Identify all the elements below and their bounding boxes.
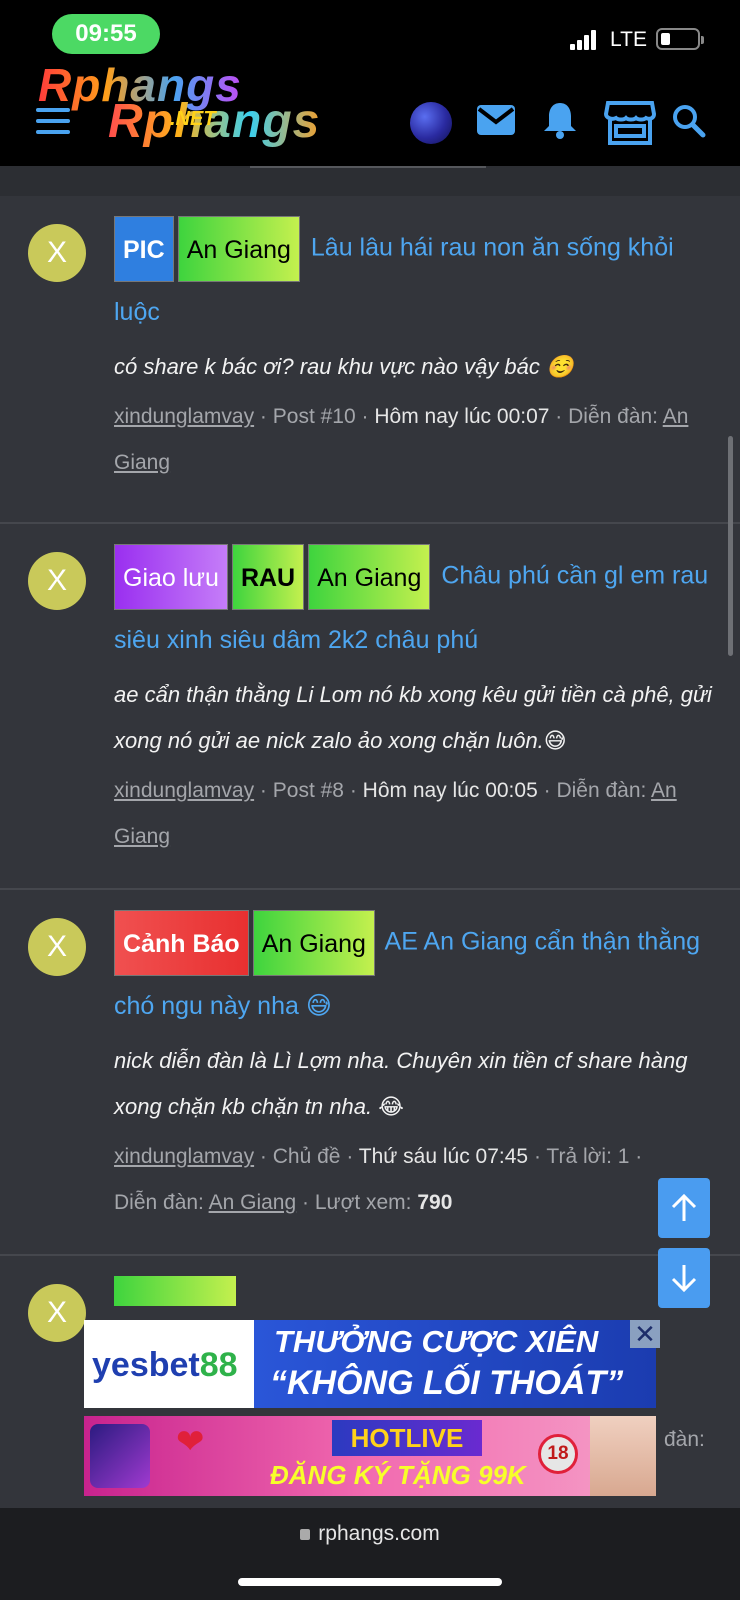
prefix-tag[interactable]: Cảnh Báo (114, 910, 249, 976)
battery-icon (656, 28, 704, 50)
age-badge: 18 (538, 1434, 578, 1474)
sub-navigation (0, 166, 740, 196)
prefix-tag[interactable]: PIC (114, 216, 174, 282)
ad-hotline: HOTLIVE (332, 1420, 482, 1456)
post-time: Thứ sáu lúc 07:45 (358, 1145, 529, 1168)
site-logo[interactable]: Rphangs Rphangs .NET (38, 58, 368, 154)
arrow-up-icon (671, 1193, 697, 1221)
scrollbar[interactable] (728, 436, 733, 656)
views-label: Lượt xem: (314, 1191, 412, 1214)
ad-brand: yesbet88 (92, 1346, 238, 1384)
signal-icon (570, 30, 598, 50)
post-ref: Post #10 (272, 405, 356, 428)
home-indicator[interactable] (238, 1578, 502, 1586)
forum-link[interactable]: An Giang (209, 1191, 297, 1214)
reply-count: Trả lời: 1 (546, 1145, 630, 1168)
status-time: 09:55 (52, 14, 160, 54)
post-time: Hôm nay lúc 00:07 (374, 405, 550, 428)
post-meta: xindunglamvay · Post #8 · Hôm nay lúc 00… (114, 779, 677, 848)
forum-label: đàn: (664, 1428, 705, 1451)
list-item: X PIC An Giang Lâu lâu hái rau non ăn sốn… (0, 196, 740, 524)
post-time: Hôm nay lúc 00:05 (362, 779, 538, 802)
author-link[interactable]: xindunglamvay (114, 405, 254, 428)
store-icon[interactable] (604, 100, 656, 146)
ad-subheadline: “KHÔNG LỐI THOÁT” (270, 1364, 624, 1402)
avatar[interactable]: X (28, 918, 86, 976)
list-item: X Cảnh Báo An Giang AE An Giang cẩn thận … (0, 890, 740, 1256)
prefix-tag[interactable]: Giao lưu (114, 544, 228, 610)
heart-icon: ❤ (176, 1423, 205, 1461)
post-snippet: nick diễn đàn là Lì Lợm nha. Chuyên xin … (114, 1048, 688, 1119)
prefix-tag[interactable]: RAU (231, 544, 305, 610)
arrow-down-icon (671, 1265, 697, 1293)
prefix-tag[interactable]: An Giang (177, 216, 300, 282)
ad-cta: ĐĂNG KÝ TẶNG 99K (270, 1460, 526, 1490)
scroll-top-button[interactable] (658, 1178, 710, 1238)
prefix-tag[interactable]: An Giang (252, 910, 375, 976)
forum-label: Diễn đàn: (114, 1191, 204, 1214)
lock-icon (300, 1528, 311, 1540)
prefix-tag[interactable]: An Giang (308, 544, 431, 610)
ad-headline: THƯỞNG CƯỢC XIÊN (274, 1324, 599, 1359)
mail-icon[interactable] (476, 104, 516, 136)
thread-title: Cảnh Báo An Giang AE An Giang cẩn thận th… (114, 910, 714, 1036)
prefix-tag[interactable] (114, 1276, 236, 1306)
post-snippet: ae cẩn thận thằng Li Lom nó kb xong kêu … (114, 682, 712, 753)
network-label: LTE (610, 28, 647, 51)
list-item: X Giao lưu RAU An Giang Châu phú cần gl em… (0, 524, 740, 890)
scroll-bottom-button[interactable] (658, 1248, 710, 1308)
forum-label: Diễn đàn: (568, 405, 659, 428)
bell-icon[interactable] (542, 100, 578, 140)
author-link[interactable]: xindunglamvay (114, 1145, 254, 1168)
post-meta: xindunglamvay · Post #10 · Hôm nay lúc 0… (114, 405, 689, 474)
post-ref: Post #8 (272, 779, 344, 802)
view-count: 790 (417, 1191, 453, 1214)
browser-url-bar[interactable]: rphangs.com (0, 1508, 740, 1600)
avatar[interactable]: X (28, 1284, 86, 1342)
thread-title: PIC An Giang Lâu lâu hái rau non ăn sống … (114, 216, 714, 342)
post-snippet: có share k bác ơi? rau khu vực nào vậy b… (114, 354, 574, 379)
thread-label: Chủ đề (272, 1145, 341, 1168)
avatar[interactable]: X (28, 224, 86, 282)
search-icon[interactable] (672, 104, 706, 138)
ad-image (590, 1416, 656, 1496)
user-avatar[interactable] (410, 102, 452, 144)
forum-label: Diễn đàn: (556, 779, 647, 802)
close-icon[interactable]: ✕ (630, 1320, 660, 1348)
post-meta: xindunglamvay · Chủ đề · Thứ sáu lúc 07:… (114, 1145, 643, 1214)
app-header: 09:55 LTE Rphangs Rphangs .NET (0, 0, 740, 166)
ad-banner-hotlive[interactable]: ❤ HOTLIVE ĐĂNG KÝ TẶNG 99K 18 (84, 1416, 656, 1496)
thread-title: Giao lưu RAU An Giang Châu phú cần gl em r… (114, 544, 714, 670)
avatar[interactable]: X (28, 552, 86, 610)
ad-banner-yesbet[interactable]: yesbet88 THƯỞNG CƯỢC XIÊN “KHÔNG LỐI THO… (84, 1320, 656, 1408)
app-logo (90, 1424, 150, 1488)
url-field[interactable]: rphangs.com (0, 1522, 740, 1546)
author-link[interactable]: xindunglamvay (114, 779, 254, 802)
logo-net: .NET (170, 108, 216, 130)
